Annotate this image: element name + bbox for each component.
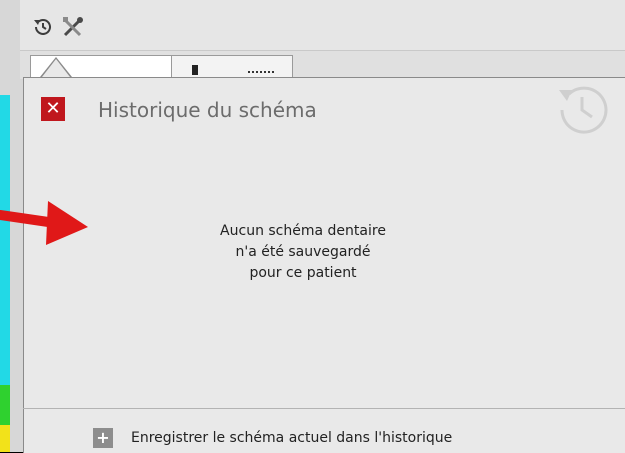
tools-icon[interactable] — [60, 14, 86, 40]
history-watermark-icon — [559, 86, 608, 134]
empty-message-line2: n'a été sauvegardé — [235, 244, 371, 260]
close-button[interactable]: ✕ — [41, 97, 65, 121]
history-icon[interactable] — [30, 14, 56, 40]
tab-dots — [248, 71, 274, 76]
color-bar-yellow — [0, 425, 10, 452]
save-button-label: Enregistrer le schéma actuel dans l'hist… — [131, 430, 453, 446]
red-arrow-annotation — [0, 201, 88, 245]
plus-icon: + — [93, 428, 113, 448]
empty-message-line1: Aucun schéma dentaire — [220, 223, 386, 239]
tab-glyph — [192, 65, 198, 75]
empty-history-message: Aucun schéma dentaire n'a été sauvegardé… — [196, 221, 410, 284]
empty-message-line3: pour ce patient — [249, 265, 357, 281]
popover-notch — [42, 59, 70, 77]
color-bar-green — [0, 385, 10, 425]
top-toolbar — [20, 0, 625, 50]
footer-divider — [23, 408, 625, 409]
save-to-history-button[interactable]: + Enregistrer le schéma actuel dans l'hi… — [93, 426, 452, 450]
popover-title: Historique du schéma — [98, 98, 317, 122]
